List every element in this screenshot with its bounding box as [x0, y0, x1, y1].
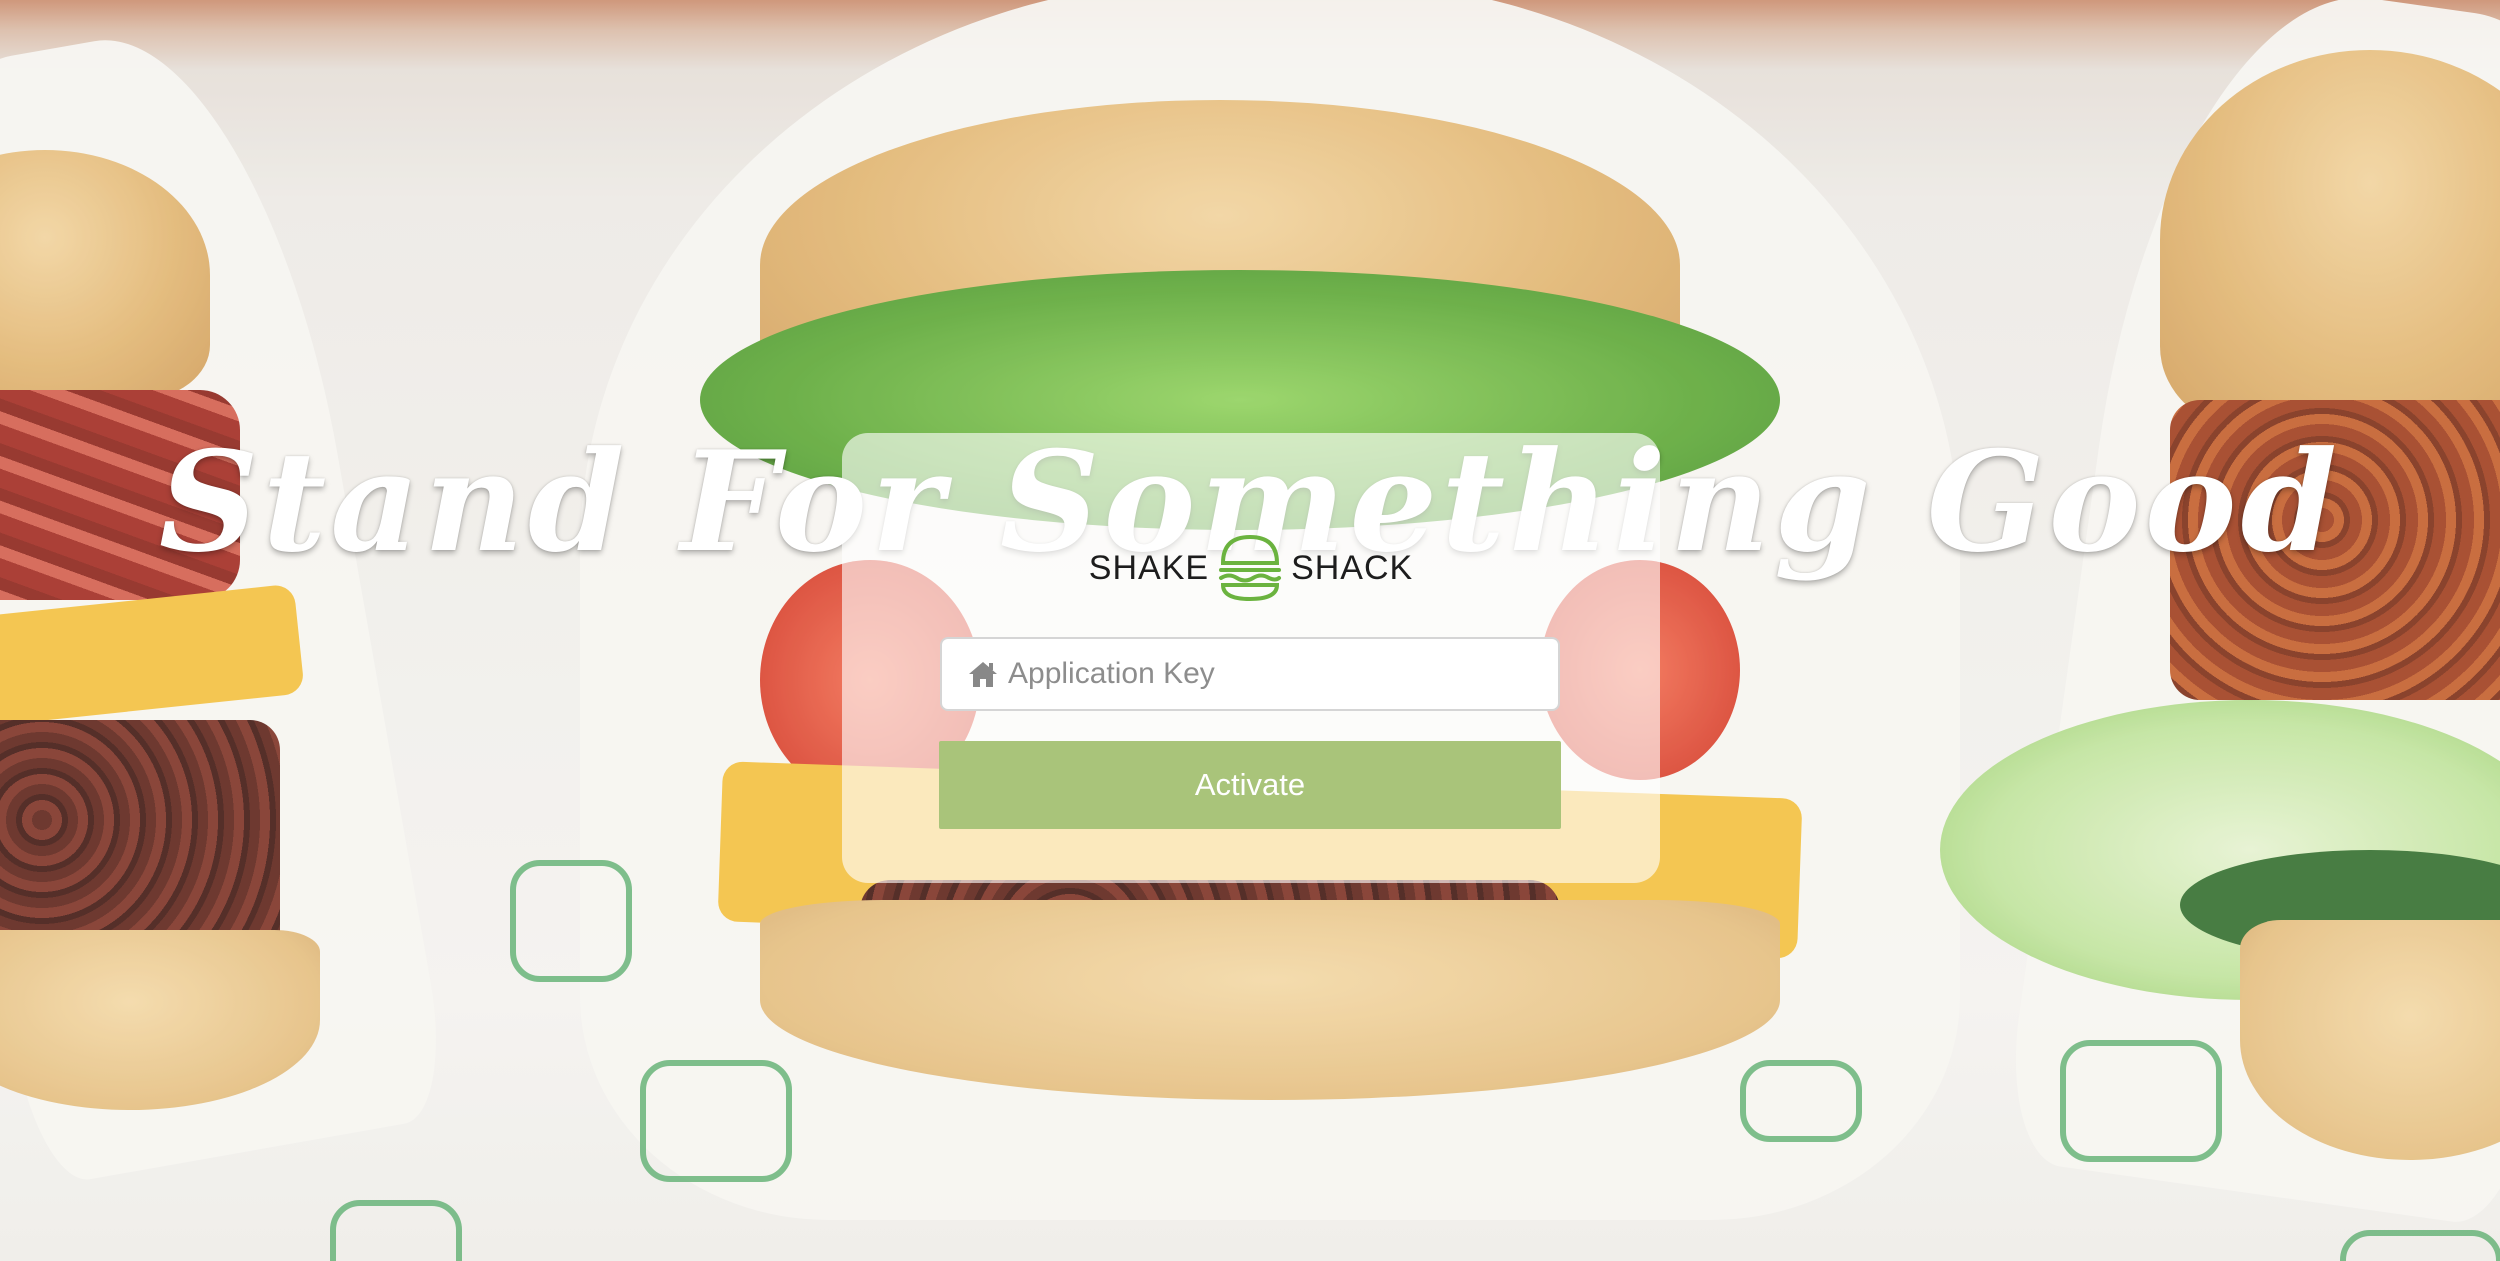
activation-card: SHAKE SHACK Activate — [842, 433, 1660, 883]
home-icon — [969, 662, 997, 687]
application-key-field[interactable] — [940, 637, 1560, 711]
application-key-input[interactable] — [1008, 657, 1548, 691]
brand-logo: SHAKE SHACK — [842, 528, 1660, 608]
logo-word-right: SHACK — [1291, 548, 1414, 587]
burger-icon — [1219, 534, 1282, 602]
activate-button[interactable]: Activate — [939, 741, 1561, 829]
logo-word-left: SHAKE — [1088, 548, 1210, 587]
activation-page: Stand For Something Good SHAKE SHACK Act… — [0, 0, 2500, 1261]
